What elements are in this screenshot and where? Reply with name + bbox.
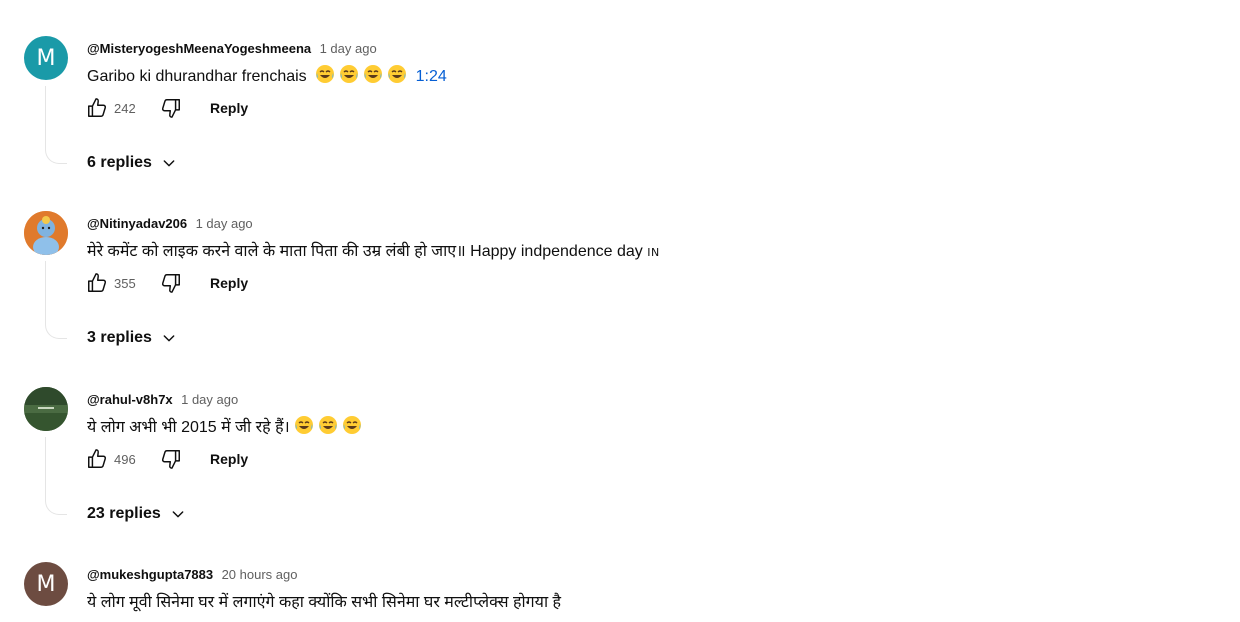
comment-header: @MisteryogeshMeenaYogeshmeena 1 day ago bbox=[87, 40, 377, 58]
laughing-tears-emoji-icon bbox=[343, 416, 362, 434]
dislike-button[interactable] bbox=[158, 95, 184, 121]
emoji-group bbox=[290, 416, 366, 436]
like-count: 496 bbox=[114, 451, 136, 467]
comment-time[interactable]: 1 day ago bbox=[181, 392, 238, 407]
dislike-button[interactable] bbox=[158, 446, 184, 472]
thread-connector bbox=[45, 86, 67, 164]
laughing-tears-emoji-icon bbox=[319, 416, 338, 434]
chevron-down-icon bbox=[163, 160, 175, 167]
laughing-tears-emoji-icon bbox=[316, 65, 335, 83]
avatar-image bbox=[24, 211, 68, 255]
like-button[interactable] bbox=[84, 95, 110, 121]
comment-time[interactable]: 1 day ago bbox=[320, 41, 377, 56]
laughing-tears-emoji-icon bbox=[340, 65, 359, 83]
reply-button[interactable]: Reply bbox=[210, 100, 248, 116]
thumbs-up-icon bbox=[88, 273, 107, 292]
laughing-tears-emoji-icon bbox=[388, 65, 407, 83]
chevron-down-icon bbox=[172, 511, 184, 518]
like-button[interactable] bbox=[84, 270, 110, 296]
author-name[interactable]: @mukeshgupta7883 bbox=[87, 567, 213, 582]
comment-text: मेरे कमेंट को लाइक करने वाले के माता पित… bbox=[87, 239, 660, 261]
author-name[interactable]: @Nitinyadav206 bbox=[87, 216, 187, 231]
avatar[interactable] bbox=[24, 387, 68, 431]
like-button[interactable] bbox=[84, 446, 110, 472]
comment-header: @mukeshgupta7883 20 hours ago bbox=[87, 566, 297, 584]
thumbs-up-icon bbox=[88, 449, 107, 468]
comment-body: ये लोग अभी भी 2015 में जी रहे हैं। bbox=[87, 419, 290, 436]
replies-count-label: 6 replies bbox=[87, 154, 152, 171]
view-replies-button[interactable]: 6 replies bbox=[87, 154, 177, 172]
comment-body: ये लोग मूवी सिनेमा घर में लगाएंगे कहा क्… bbox=[87, 594, 562, 611]
author-name[interactable]: @rahul-v8h7x bbox=[87, 392, 173, 407]
timestamp-link[interactable]: 1:24 bbox=[416, 68, 447, 85]
thumbs-down-icon bbox=[161, 99, 180, 118]
comment-text: ये लोग मूवी सिनेमा घर में लगाएंगे कहा क्… bbox=[87, 590, 561, 612]
chevron-down-icon bbox=[163, 335, 175, 342]
comment-actions: 496 Reply bbox=[84, 445, 248, 473]
laughing-tears-emoji-icon bbox=[364, 65, 383, 83]
thumbs-down-icon bbox=[161, 450, 180, 469]
thumbs-up-icon bbox=[88, 98, 107, 117]
comment-header: @rahul-v8h7x 1 day ago bbox=[87, 391, 238, 409]
comment-actions: 242 Reply bbox=[84, 94, 248, 122]
comment-body: Garibo ki dhurandhar frenchais bbox=[87, 68, 307, 85]
replies-count-label: 3 replies bbox=[87, 329, 152, 346]
replies-count-label: 23 replies bbox=[87, 505, 161, 522]
view-replies-button[interactable]: 23 replies bbox=[87, 505, 186, 523]
comment-body: मेरे कमेंट को लाइक करने वाले के माता पित… bbox=[87, 243, 643, 260]
emoji-group bbox=[315, 65, 415, 85]
comment-actions: 355 Reply bbox=[84, 269, 248, 297]
thread-connector bbox=[45, 437, 67, 515]
avatar[interactable] bbox=[24, 211, 68, 255]
thumbs-down-icon bbox=[161, 274, 180, 293]
flag-text: IN bbox=[647, 246, 660, 259]
comment-text: Garibo ki dhurandhar frenchais 1:24 bbox=[87, 64, 447, 86]
author-name[interactable]: @MisteryogeshMeenaYogeshmeena bbox=[87, 41, 311, 56]
laughing-tears-emoji-icon bbox=[295, 416, 314, 434]
thread-connector bbox=[45, 261, 67, 339]
view-replies-button[interactable]: 3 replies bbox=[87, 329, 177, 347]
avatar-image bbox=[24, 387, 68, 431]
avatar[interactable]: M bbox=[24, 36, 68, 80]
reply-button[interactable]: Reply bbox=[210, 275, 248, 291]
reply-button[interactable]: Reply bbox=[210, 451, 248, 467]
like-count: 355 bbox=[114, 275, 136, 291]
comment-header: @Nitinyadav206 1 day ago bbox=[87, 215, 253, 233]
comment-text: ये लोग अभी भी 2015 में जी रहे हैं। bbox=[87, 415, 366, 437]
avatar[interactable]: M bbox=[24, 562, 68, 606]
comment-time[interactable]: 1 day ago bbox=[196, 216, 253, 231]
like-count: 242 bbox=[114, 100, 136, 116]
dislike-button[interactable] bbox=[158, 270, 184, 296]
comment-time[interactable]: 20 hours ago bbox=[222, 567, 298, 582]
